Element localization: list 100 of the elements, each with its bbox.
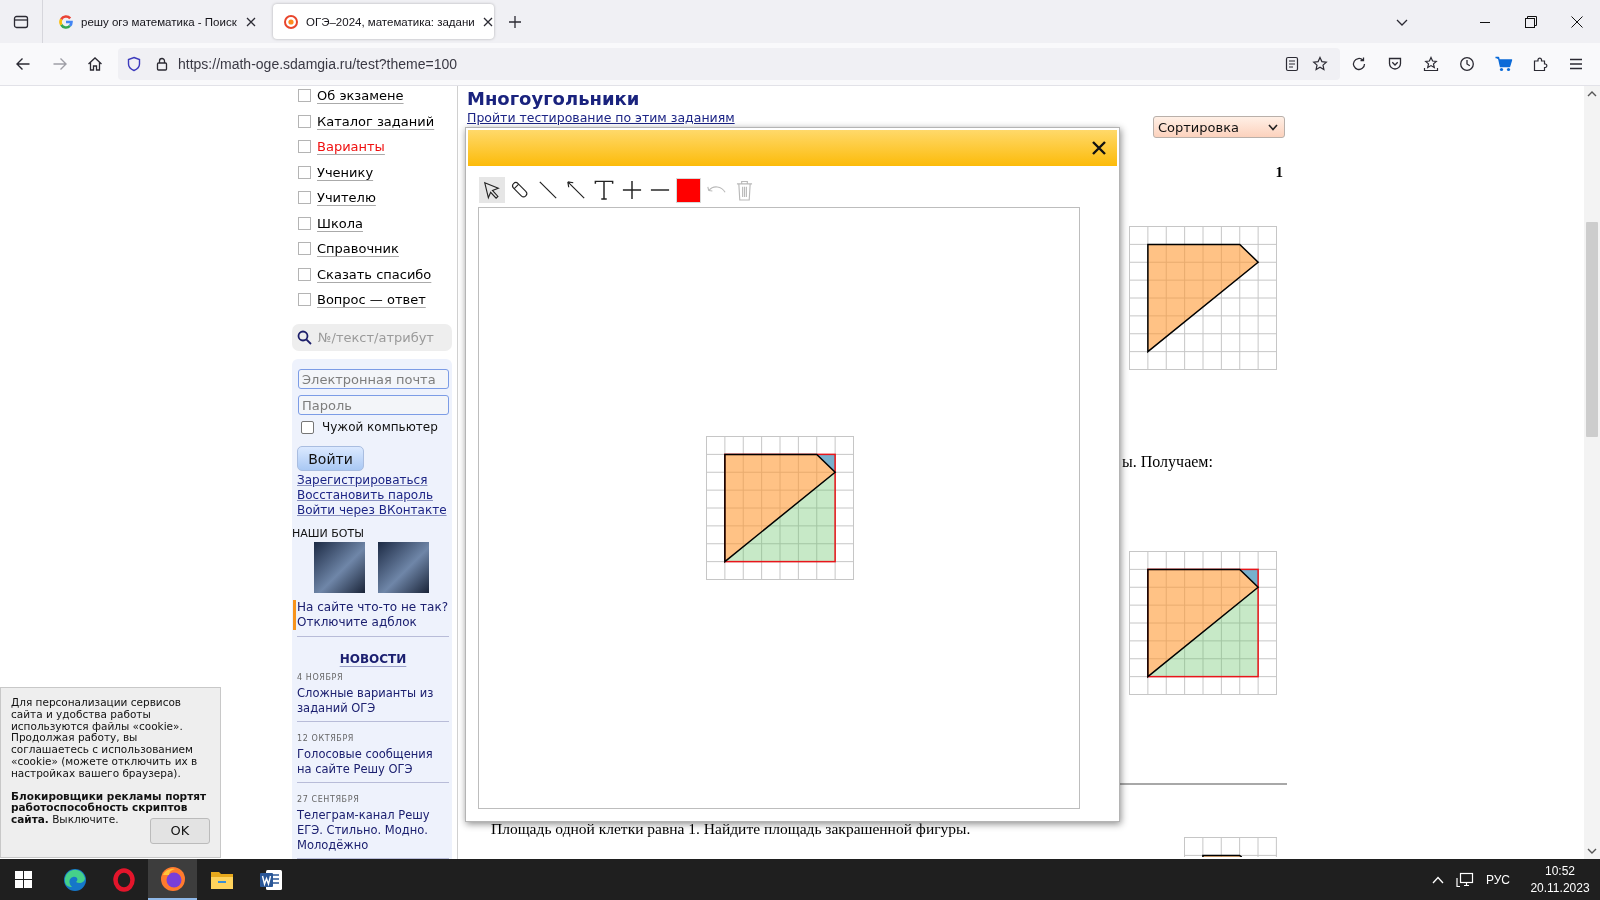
tab-title: ОГЭ–2024, математика: задани [306,15,475,28]
news-date: 12 ОКТЯБРЯ [297,733,355,745]
address-bar[interactable]: https://math-oge.sdamgia.ru/test?theme=100 [118,48,1340,80]
cart-icon[interactable] [1495,56,1513,72]
g-logo-icon [58,13,74,30]
square-bullet-icon [298,165,311,179]
disc-logo-icon [159,865,186,892]
login-button[interactable]: Войти [297,446,364,471]
tray-chevron-icon[interactable] [1387,56,1403,72]
reload-icon[interactable] [1351,56,1367,72]
ring-logo-icon [111,867,136,892]
folder-icon [209,869,234,890]
news-link[interactable]: Сложные варианты из заданий ОГЭ [297,686,449,716]
plus-icon[interactable] [507,13,523,30]
cookie-text: Для персонализации сервисов сайта и удобства работы используются файлы «cookie». Продолжая работу, вы соглашаетесь с использованием «cookie» (можете отключить их в настройках вашего браузера). [11,697,199,780]
clock-icon[interactable] [1459,56,1475,72]
account-link[interactable]: Зарегистрироваться [297,473,428,488]
menu-link[interactable]: Школа [317,215,363,231]
tool-button[interactable] [479,177,505,203]
news-date: 4 НОЯБРЯ [297,672,345,684]
lock-icon[interactable] [154,56,170,72]
restore-icon[interactable] [1525,15,1537,28]
url-text[interactable]: https://math-oge.sdamgia.ru/test?theme=100 [178,56,457,72]
puzzle-icon[interactable] [1532,56,1548,72]
close-icon[interactable] [1091,140,1107,156]
browser-tab[interactable]: решу огэ математика - Поиск [47,4,265,39]
menu-link[interactable]: Варианты [317,139,385,154]
square-bullet-icon [298,89,311,102]
square-bullet-icon [298,191,311,204]
account-link[interactable]: Войти через ВКонтакте [297,503,447,518]
adblock-notice: На сайте что-то не так? Отключите адблок [293,600,449,630]
checkbox[interactable] [301,420,314,434]
square-bullet-icon [298,216,311,230]
square-bullet-icon [298,242,311,255]
document-tile-icon [258,867,283,892]
round-logo-icon [283,13,299,30]
checkbox-label: Чужой компьютер [322,420,438,434]
news-heading[interactable]: НОВОСТИ [339,651,407,667]
scrollbar[interactable] [1584,86,1600,859]
swirl-logo-icon [62,867,87,892]
test-link[interactable]: Пройти тестирование по этим заданиям [467,110,735,125]
news-link[interactable]: Голосовые сообщения на сайте Решу ОГЭ [297,747,449,777]
section-heading: НАШИ БОТЫ [292,526,364,541]
page-title: Многоугольники [467,88,640,110]
square-bullet-icon [298,267,311,281]
ok-button[interactable]: OK [150,817,210,844]
language-indicator[interactable]: РУС [1485,872,1510,887]
page-icon[interactable] [1284,56,1300,72]
email-field[interactable]: Электронная почта [298,369,449,389]
chevron-up-icon[interactable] [1587,91,1597,97]
plus-icon [622,180,642,200]
menu-link[interactable]: Каталог заданий [317,113,435,129]
color-swatch-button[interactable] [675,177,701,203]
pencil-icon [510,180,530,200]
search-icon [297,330,312,345]
close-icon[interactable] [481,15,494,28]
menu-link[interactable]: Вопрос — ответ [317,292,426,307]
back-arrow-icon[interactable] [15,56,31,72]
trash-icon [735,179,753,201]
photo-placeholder[interactable] [378,542,429,593]
minus-icon [650,188,670,192]
scrollbar-thumb[interactable] [1586,222,1598,437]
close-icon[interactable] [1571,15,1583,28]
news-date: 27 СЕНТЯБРЯ [297,794,361,806]
news-link[interactable]: Телеграм-канал Решу ЕГЭ. Стильно. Модно. Молодёжно [297,808,449,853]
monitor-icon[interactable] [1455,871,1474,888]
browser-tab[interactable]: ОГЭ–2024, математика: задани [273,4,494,39]
menu-link[interactable]: Об экзамене [317,88,404,103]
menu-link[interactable]: Ученику [317,164,374,180]
window-icon[interactable] [13,13,29,30]
line-icon [538,180,558,200]
menu-icon[interactable] [1568,56,1584,72]
small-triangle-shape [1239,569,1259,588]
star-icon[interactable] [1312,56,1328,72]
small-triangle-shape [816,454,836,473]
sort-select[interactable]: Сортировка [1153,116,1285,138]
arrow-icon [566,180,586,200]
chevron-down-icon [1268,123,1278,131]
square-bullet-icon [298,114,311,128]
clock-area[interactable]: 10:52 20.11.2023 [1524,862,1596,897]
password-field[interactable]: Пароль [298,395,449,415]
search-field[interactable]: №/текст/атрибут [292,324,452,351]
menu-link[interactable]: Справочник [317,241,399,256]
photo-placeholder[interactable] [314,542,365,593]
polygon-shape [1202,854,1243,857]
clock-time: 10:52 [1545,862,1575,880]
menu-link[interactable]: Сказать спасибо [317,266,432,282]
shield-icon[interactable] [126,56,142,72]
solution-text: ы. Получаем: [1122,453,1213,470]
tab-title: решу огэ математика - Поиск [81,15,238,28]
chevron-down-icon[interactable] [1587,848,1597,854]
star-tray-icon[interactable] [1423,56,1439,72]
account-link[interactable]: Восстановить пароль [297,488,433,503]
menu-link[interactable]: Учителю [317,190,376,205]
clock-date: 20.11.2023 [1530,879,1590,897]
close-icon[interactable] [245,15,257,28]
home-icon[interactable] [87,56,103,72]
task-number: 1 [1275,165,1283,180]
undo-icon [706,184,726,196]
start-icon [14,871,32,888]
